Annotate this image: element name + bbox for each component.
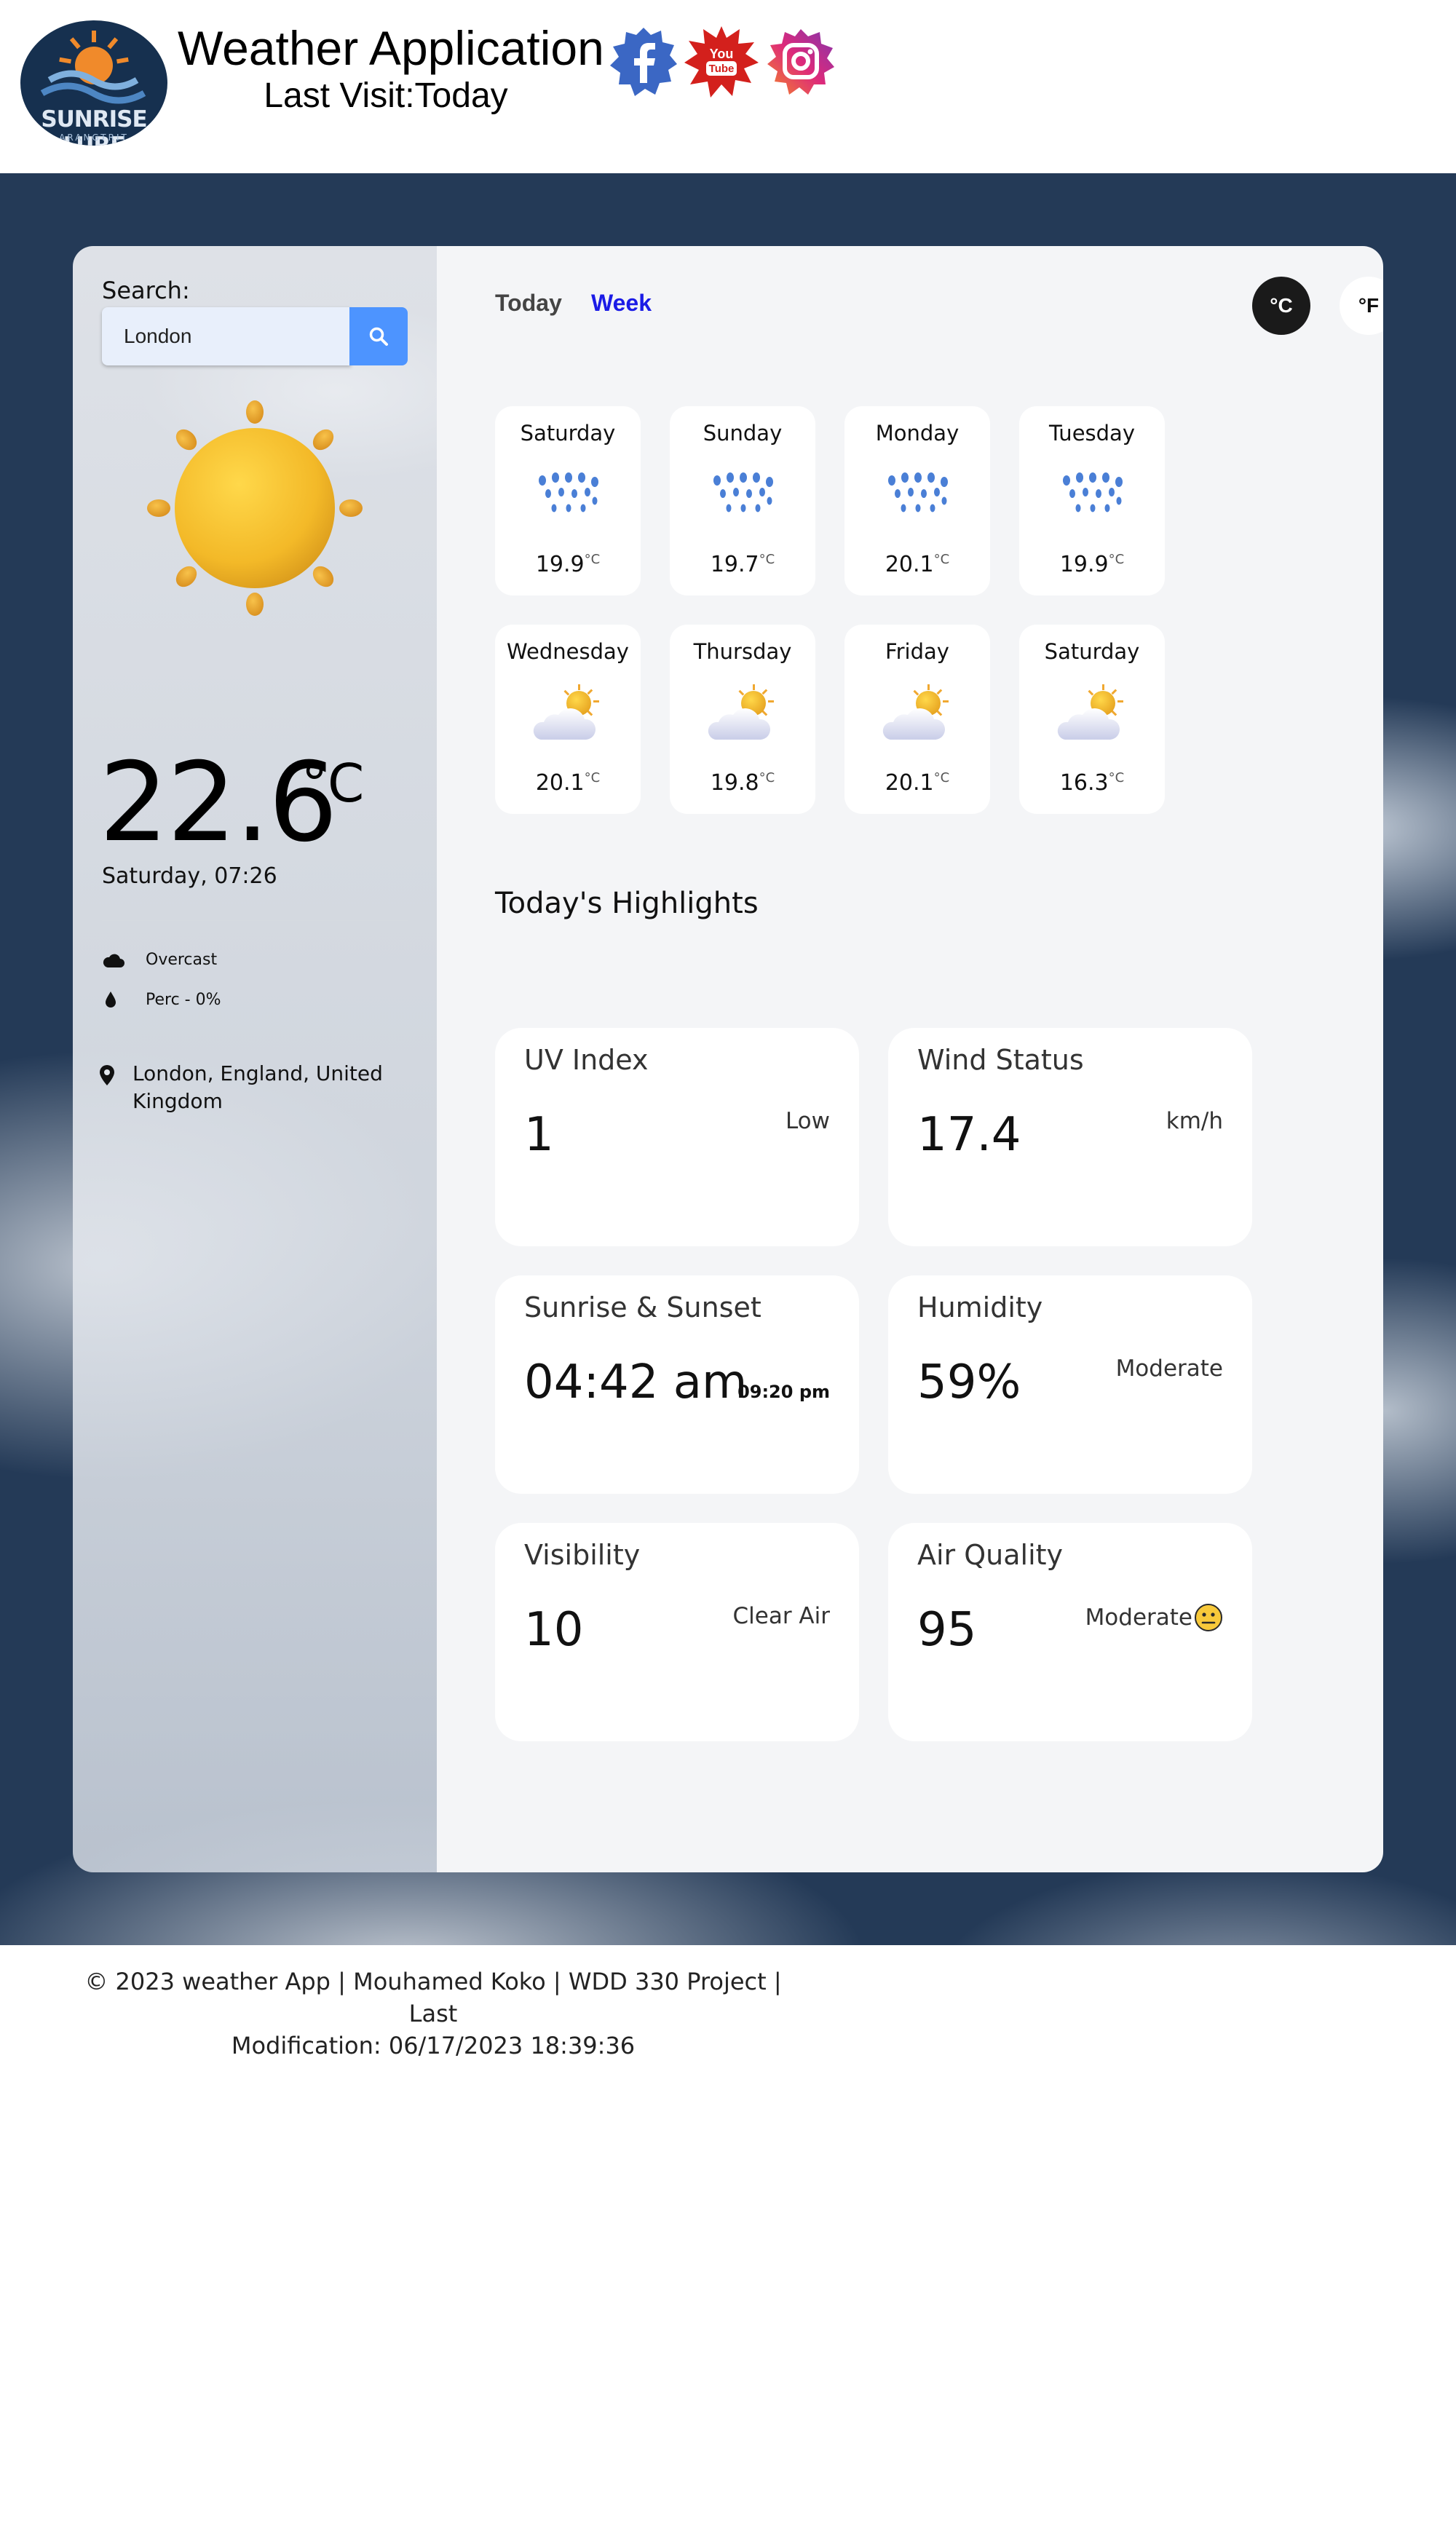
forecast-day-temp: 20.1°C	[885, 552, 950, 577]
sunrise-time: 04:42 am	[524, 1355, 748, 1409]
site-header: SUNRISE LURE ARANGTRIT Weather Applicati…	[0, 0, 1456, 173]
wind-speed-value: 17.4	[917, 1108, 1021, 1162]
forecast-day-temp: 19.8°C	[710, 770, 775, 796]
instagram-icon[interactable]	[764, 23, 837, 100]
forecast-day-name: Sunday	[703, 421, 783, 446]
cloud-icon	[102, 952, 146, 968]
location-row: London, England, United Kingdom	[99, 1060, 395, 1115]
condition-row: Overcast	[102, 951, 217, 969]
uv-index-status: Low	[785, 1108, 830, 1134]
forecast-panel: Today Week °C °F Saturday 19.9°C Sunday …	[437, 246, 1383, 1872]
sunrise-sunset-title: Sunrise & Sunset	[524, 1291, 761, 1323]
wind-status-title: Wind Status	[917, 1044, 1084, 1076]
rain-icon	[713, 472, 773, 512]
forecast-day-card: Friday 20.1°C	[844, 625, 990, 814]
site-footer: © 2023 weather App | Mouhamed Koko | WDD…	[73, 1966, 794, 2062]
forecast-day-name: Monday	[875, 421, 960, 446]
forecast-day-temp: 19.9°C	[1059, 552, 1125, 577]
visibility-card: Visibility 10 Clear Air	[495, 1523, 859, 1741]
weather-card: Search: London 22.6 °C Saturday, 07:26 O…	[73, 246, 1383, 1872]
forecast-day-name: Thursday	[693, 639, 792, 664]
uv-index-card: UV Index 1 Low	[495, 1028, 859, 1246]
forecast-day-name: Saturday	[520, 421, 616, 446]
fahrenheit-button[interactable]: °F	[1340, 277, 1383, 335]
location-text: London, England, United Kingdom	[132, 1061, 383, 1113]
partly-cloudy-icon	[708, 684, 774, 740]
humidity-value: 59%	[917, 1355, 1021, 1409]
search-input[interactable]	[102, 307, 351, 365]
precipitation-text: Perc - 0%	[146, 990, 221, 1009]
svg-text:Tube: Tube	[709, 63, 735, 75]
visibility-title: Visibility	[524, 1539, 641, 1571]
partly-cloudy-icon	[1057, 684, 1123, 740]
sunset-time: 09:20 pm	[737, 1382, 830, 1402]
raindrop-icon	[102, 990, 146, 1009]
air-quality-value: 95	[917, 1603, 977, 1657]
forecast-day-temp: 20.1°C	[535, 770, 601, 796]
wind-status-card: Wind Status 17.4 km/h	[888, 1028, 1252, 1246]
rain-icon	[1063, 472, 1123, 512]
forecast-day-card: Saturday 19.9°C	[495, 406, 641, 595]
search-icon	[369, 327, 388, 346]
forecast-day-temp: 16.3°C	[1059, 770, 1125, 796]
tab-week[interactable]: Week	[591, 290, 652, 317]
celsius-button[interactable]: °C	[1252, 277, 1310, 335]
forecast-day-card: Sunday 19.7°C	[670, 406, 815, 595]
search-button[interactable]	[349, 307, 408, 365]
footer-modification: Modification: 06/17/2023 18:39:36	[231, 2032, 636, 2059]
uv-index-value: 1	[524, 1108, 554, 1162]
app-title: Weather Application	[178, 21, 604, 75]
air-quality-card: Air Quality 95 Moderate	[888, 1523, 1252, 1741]
highlights-title: Today's Highlights	[495, 887, 759, 920]
last-visit-text: Last Visit:Today	[264, 76, 508, 115]
forecast-day-name: Tuesday	[1049, 421, 1135, 446]
location-pin-icon	[99, 1060, 132, 1115]
visibility-value: 10	[524, 1603, 584, 1657]
wind-speed-unit: km/h	[1166, 1108, 1223, 1134]
forecast-day-temp: 20.1°C	[885, 770, 950, 796]
search-label: Search:	[102, 277, 190, 304]
condition-text: Overcast	[146, 951, 218, 969]
humidity-title: Humidity	[917, 1291, 1043, 1323]
precipitation-row: Perc - 0%	[102, 990, 221, 1009]
air-quality-title: Air Quality	[917, 1539, 1064, 1571]
rain-icon	[539, 472, 598, 512]
partly-cloudy-icon	[533, 684, 599, 740]
partly-cloudy-icon	[882, 684, 949, 740]
forecast-day-card: Tuesday 19.9°C	[1019, 406, 1165, 595]
neutral-face-emoji-icon	[1195, 1604, 1222, 1631]
forecast-day-card: Saturday 16.3°C	[1019, 625, 1165, 814]
air-quality-status-row: Moderate	[1085, 1603, 1223, 1632]
forecast-day-card: Wednesday 20.1°C	[495, 625, 641, 814]
forecast-day-name: Saturday	[1044, 639, 1140, 664]
sunrise-lure-logo[interactable]: SUNRISE LURE ARANGTRIT	[20, 20, 167, 146]
divider	[102, 920, 408, 921]
forecast-day-temp: 19.7°C	[710, 552, 775, 577]
sun-icon	[147, 400, 363, 616]
forecast-day-name: Friday	[885, 639, 949, 664]
sunrise-sunset-card: Sunrise & Sunset 04:42 am 09:20 pm	[495, 1275, 859, 1494]
youtube-icon[interactable]: You Tube	[681, 23, 759, 100]
footer-copyright: © 2023 weather App | Mouhamed Koko | WDD…	[84, 1968, 782, 2027]
current-temperature-unit: °C	[301, 753, 365, 814]
forecast-day-card: Thursday 19.8°C	[670, 625, 815, 814]
tab-today[interactable]: Today	[495, 290, 562, 317]
visibility-status: Clear Air	[732, 1603, 831, 1629]
forecast-day-card: Monday 20.1°C	[844, 406, 990, 595]
air-quality-status: Moderate	[1085, 1604, 1192, 1631]
rain-icon	[888, 472, 948, 512]
uv-index-title: UV Index	[524, 1044, 649, 1076]
forecast-day-temp: 19.9°C	[535, 552, 601, 577]
current-datetime: Saturday, 07:26	[102, 863, 277, 889]
facebook-icon[interactable]	[607, 23, 680, 100]
current-weather-panel: Search: London 22.6 °C Saturday, 07:26 O…	[73, 246, 437, 1872]
forecast-day-name: Wednesday	[507, 639, 629, 664]
svg-text:You: You	[710, 47, 734, 61]
humidity-status: Moderate	[1115, 1355, 1223, 1382]
logo-subtext: ARANGTRIT	[59, 132, 129, 143]
humidity-card: Humidity 59% Moderate	[888, 1275, 1252, 1494]
